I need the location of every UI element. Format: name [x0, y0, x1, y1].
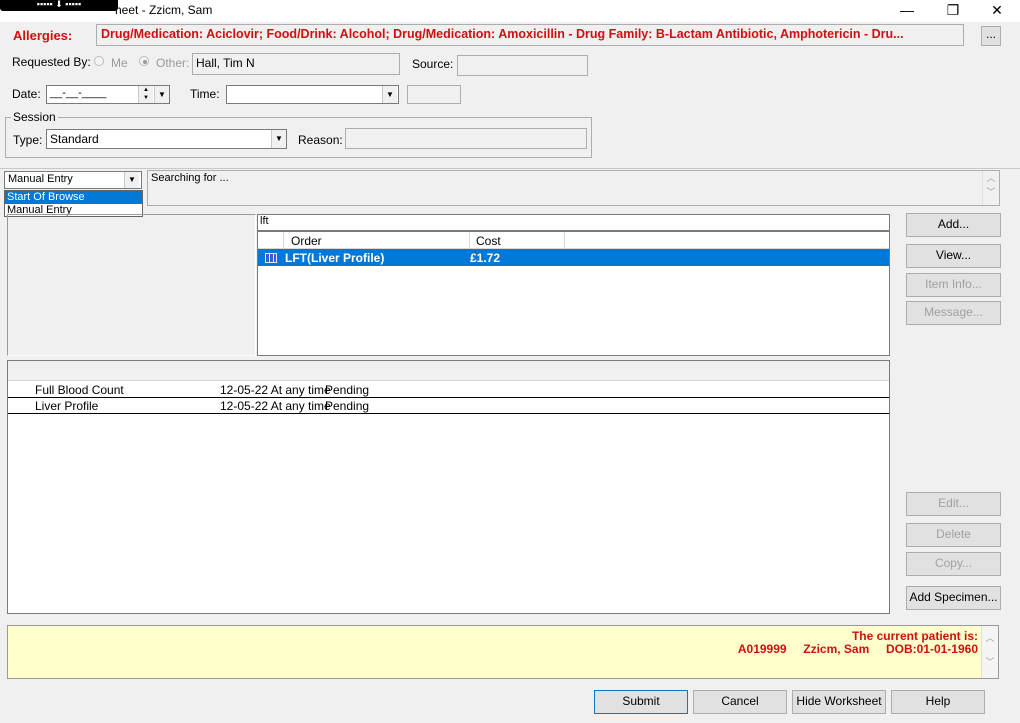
order-cost: £1.72: [470, 251, 501, 265]
allergies-label: Allergies:: [13, 28, 73, 43]
column-cost[interactable]: Cost: [476, 234, 501, 248]
searching-text: Searching for ...: [151, 172, 229, 184]
order-item-status: Pending: [325, 383, 370, 397]
source-label: Source:: [412, 57, 454, 71]
help-button[interactable]: Help: [891, 690, 985, 714]
selected-orders-header: [8, 361, 889, 381]
submit-button[interactable]: Submit: [594, 690, 688, 714]
header-icon-col: [258, 232, 284, 249]
restore-button[interactable]: ❐: [930, 0, 976, 22]
delete-button[interactable]: Delete: [906, 523, 1001, 547]
time-dropdown-arrow[interactable]: ▼: [382, 86, 397, 103]
radio-dot: [143, 60, 147, 64]
column-divider: [564, 232, 565, 249]
order-name: LFT(Liver Profile): [285, 251, 385, 265]
order-item-name: Full Blood Count: [35, 383, 124, 397]
order-table: Order Cost LFT(Liver Profile) £1.72: [257, 231, 890, 356]
date-value: __-__-____: [50, 87, 107, 99]
item-info-button[interactable]: Item Info...: [906, 273, 1001, 297]
date-label: Date:: [12, 87, 41, 101]
session-type-dropdown-arrow[interactable]: ▼: [271, 130, 286, 148]
minimize-button[interactable]: —: [884, 0, 930, 22]
edit-button[interactable]: Edit...: [906, 492, 1001, 516]
overlay-toolbar[interactable]: ▪▪▪▪▪ ⬇ ▪▪▪▪▪: [0, 0, 118, 11]
patient-details: A019999 Zzicm, Sam DOB:01-01-1960: [738, 642, 978, 656]
mode-option-start-of-browse[interactable]: Start Of Browse: [5, 191, 142, 204]
column-divider: [469, 232, 470, 249]
searching-scrollbar[interactable]: ︿ ﹀: [982, 171, 999, 205]
order-item-when: 12-05-22 At any time: [220, 383, 331, 397]
reason-label: Reason:: [298, 133, 343, 147]
mode-dropdown[interactable]: Manual Entry: [4, 171, 142, 189]
allergies-more-button[interactable]: ...: [981, 26, 1001, 46]
grid-icon: [265, 253, 277, 263]
session-type-label: Type:: [13, 133, 43, 147]
cancel-button[interactable]: Cancel: [693, 690, 787, 714]
window-title: heet - Zzicm, Sam: [115, 3, 213, 17]
allergies-text: Drug/Medication: Aciclovir; Food/Drink: …: [101, 27, 904, 41]
copy-button[interactable]: Copy...: [906, 552, 1001, 576]
requested-by-label: Requested By:: [12, 55, 91, 69]
message-button[interactable]: Message...: [906, 301, 1001, 325]
patient-id: A019999: [737, 642, 787, 656]
add-specimen-button[interactable]: Add Specimen...: [906, 586, 1001, 610]
order-table-header: Order Cost: [258, 232, 889, 249]
selected-orders-list[interactable]: Full Blood Count 12-05-22 At any time Pe…: [7, 360, 890, 614]
patient-name: Zzicm, Sam: [803, 642, 870, 656]
patient-heading: The current patient is:: [851, 629, 978, 643]
add-button[interactable]: Add...: [906, 213, 1001, 237]
me-radio-label: Me: [111, 56, 128, 70]
date-spinner[interactable]: ▲ ▼: [138, 86, 153, 103]
patient-info-scrollbar[interactable]: ︿ ﹀: [981, 626, 998, 678]
session-legend: Session: [11, 110, 58, 124]
allergies-field: Drug/Medication: Aciclovir; Food/Drink: …: [96, 24, 964, 46]
patient-info-box: The current patient is: A019999 Zzicm, S…: [7, 625, 999, 679]
me-radio[interactable]: [94, 56, 104, 66]
patient-dob: DOB:01-01-1960: [885, 642, 978, 656]
order-item-status: Pending: [325, 399, 370, 413]
date-dropdown-arrow[interactable]: ▼: [154, 86, 169, 103]
view-button[interactable]: View...: [906, 244, 1001, 268]
time-extra-field: [407, 85, 461, 104]
browse-tree-panel[interactable]: [7, 214, 256, 356]
session-type-select[interactable]: Standard: [46, 129, 287, 149]
close-button[interactable]: ✕: [974, 0, 1020, 22]
time-label: Time:: [190, 87, 220, 101]
other-radio[interactable]: [139, 56, 149, 66]
list-item[interactable]: Liver Profile 12-05-22 At any time Pendi…: [8, 398, 889, 414]
mode-dropdown-list: Start Of Browse Manual Entry: [4, 190, 143, 217]
hide-worksheet-button[interactable]: Hide Worksheet: [792, 690, 886, 714]
reason-field: [345, 128, 587, 149]
searching-box: Searching for ...: [147, 170, 1000, 206]
separator-line: [0, 168, 1020, 169]
order-item-when: 12-05-22 At any time: [220, 399, 331, 413]
order-row-selected[interactable]: LFT(Liver Profile) £1.72: [258, 249, 889, 266]
other-radio-label: Other:: [156, 56, 190, 70]
order-search-input[interactable]: lft: [257, 214, 890, 231]
order-item-name: Liver Profile: [35, 399, 99, 413]
column-order[interactable]: Order: [291, 234, 322, 248]
mode-dropdown-arrow[interactable]: ▼: [124, 172, 139, 188]
requested-by-field: Hall, Tim N: [192, 53, 400, 75]
time-select[interactable]: [226, 85, 399, 104]
source-field: [457, 55, 588, 76]
list-item[interactable]: Full Blood Count 12-05-22 At any time Pe…: [8, 382, 889, 398]
